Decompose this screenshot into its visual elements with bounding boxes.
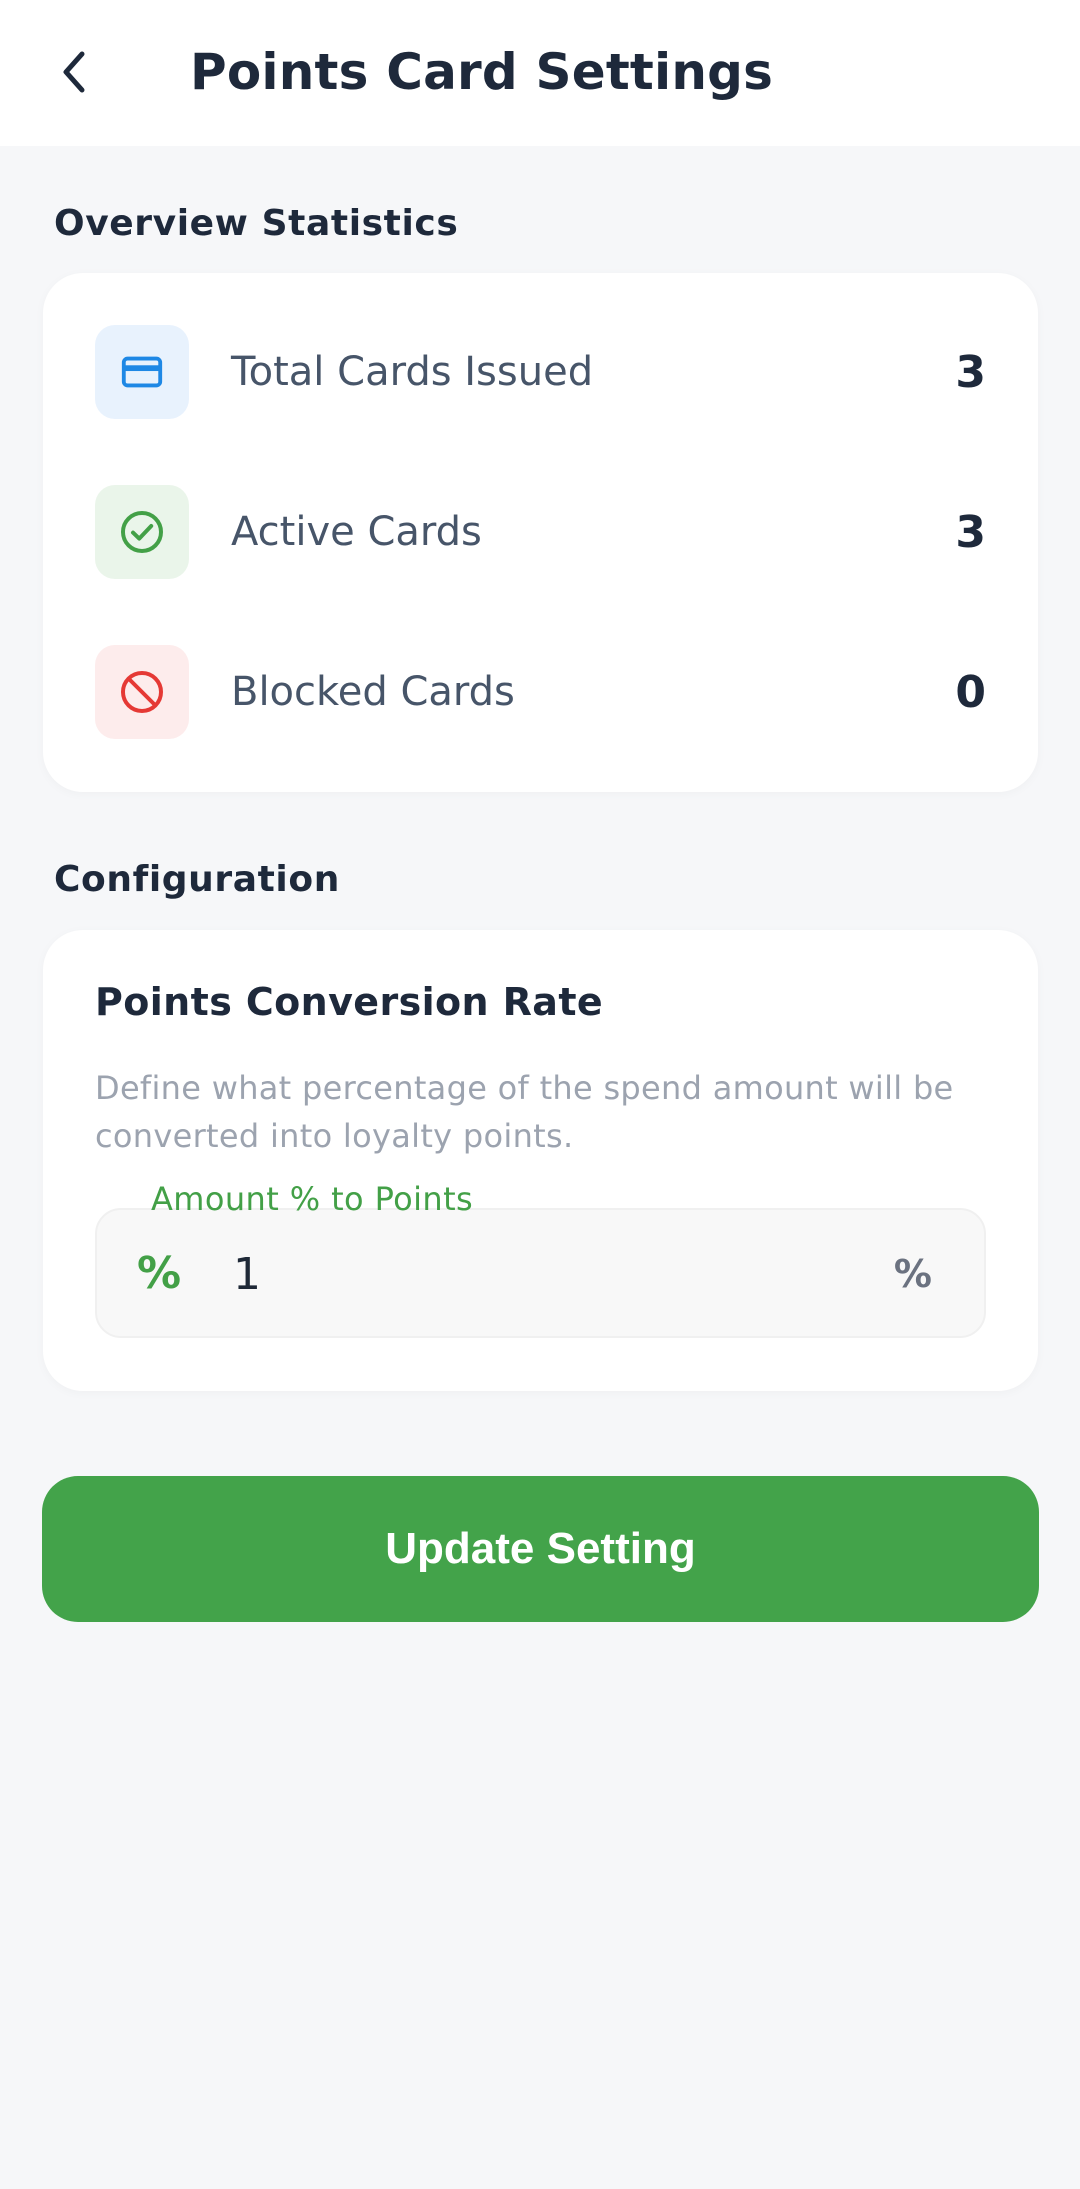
conversion-rate-title: Points Conversion Rate <box>95 980 604 1024</box>
stat-row-total-cards: Total Cards Issued 3 <box>95 325 986 419</box>
chevron-left-icon <box>63 51 85 93</box>
percent-suffix: % <box>893 1252 932 1296</box>
credit-card-icon <box>95 325 189 419</box>
update-setting-button[interactable]: Update Setting <box>42 1476 1039 1622</box>
app-bar: Points Card Settings <box>0 0 1080 146</box>
amount-percent-field[interactable]: Amount % to Points % % <box>95 1180 986 1338</box>
overview-section-title: Overview Statistics <box>54 203 459 244</box>
stat-value: 0 <box>955 666 986 718</box>
stat-row-active-cards: Active Cards 3 <box>95 485 986 579</box>
stat-row-blocked-cards: Blocked Cards 0 <box>95 645 986 739</box>
stat-label: Blocked Cards <box>231 669 515 715</box>
amount-percent-field-label: Amount % to Points <box>151 1180 474 1218</box>
stat-label: Total Cards Issued <box>231 349 594 395</box>
configuration-section-title: Configuration <box>54 859 340 900</box>
overview-card: Total Cards Issued 3 Active Cards 3 Bloc… <box>43 273 1038 792</box>
page-title: Points Card Settings <box>190 43 774 101</box>
conversion-rate-description: Define what percentage of the spend amou… <box>95 1069 954 1155</box>
stat-label: Active Cards <box>231 509 482 555</box>
back-button[interactable] <box>44 40 104 104</box>
check-circle-icon <box>95 485 189 579</box>
block-icon <box>95 645 189 739</box>
stat-value: 3 <box>955 346 986 398</box>
percent-prefix-icon: % <box>137 1248 182 1299</box>
amount-percent-input[interactable] <box>233 1238 833 1310</box>
stat-value: 3 <box>955 506 986 558</box>
configuration-card: Points Conversion Rate Define what perce… <box>43 930 1038 1391</box>
